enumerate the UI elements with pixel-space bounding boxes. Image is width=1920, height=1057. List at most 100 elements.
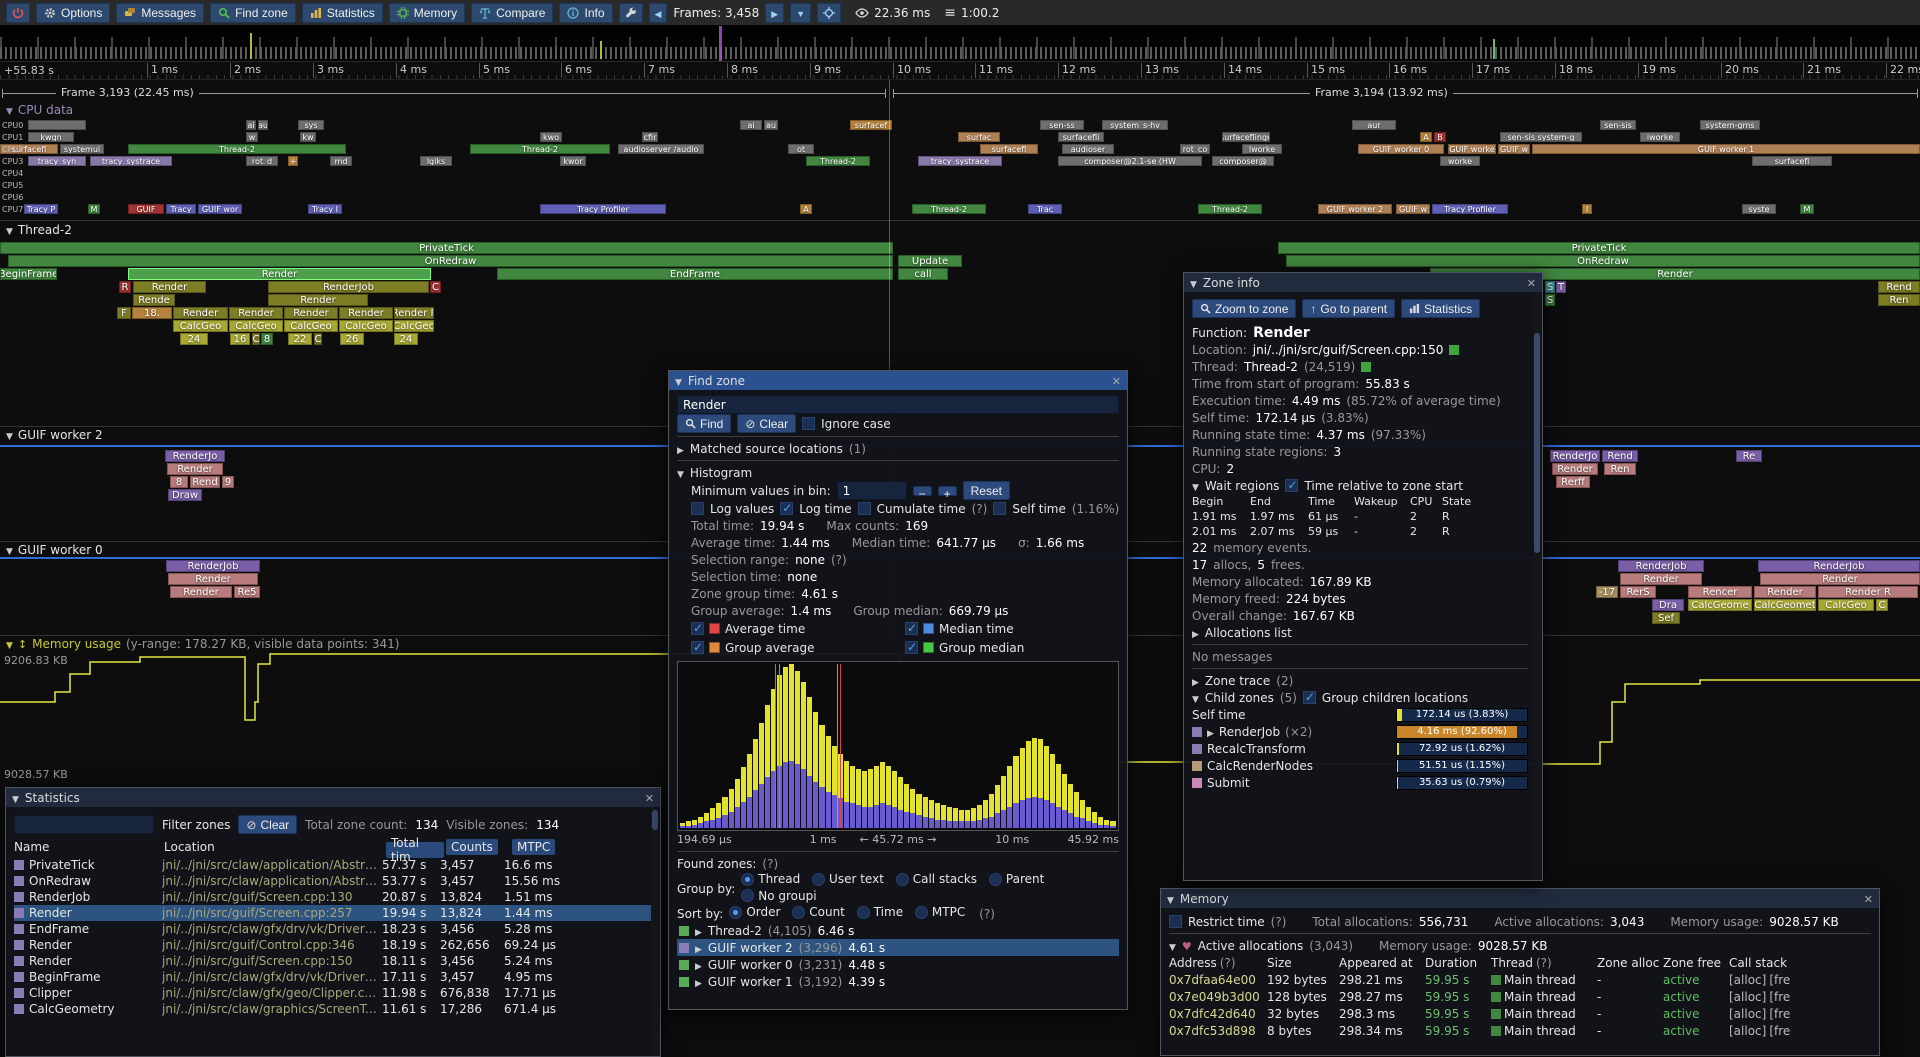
statistics-window-titlebar[interactable]: Statistics [6, 788, 660, 807]
relative-time-checkbox[interactable] [1285, 479, 1298, 492]
timeline-zone[interactable]: kwgn [28, 132, 74, 142]
collapse-icon[interactable] [1192, 691, 1199, 705]
timeline-zone[interactable]: surfacefl [980, 144, 1038, 154]
ignore-case-checkbox[interactable] [802, 417, 815, 430]
collapse-icon[interactable] [6, 637, 13, 651]
timeline-zone[interactable]: Rend [190, 476, 220, 488]
timeline-zone[interactable]: Render [284, 307, 338, 319]
timeline-zone[interactable]: PrivateTick [0, 242, 893, 254]
timeline-zone[interactable]: md [330, 156, 352, 166]
timeline-zone[interactable]: M [1800, 204, 1814, 214]
timeline-zone[interactable]: au [258, 120, 268, 130]
worker2-section-header[interactable]: GUIF worker 2 [6, 428, 103, 442]
found-zone-group[interactable]: Thread-2 (4,105) 6.46 s [677, 922, 1119, 939]
free-callstack-link[interactable]: [fre [1769, 990, 1790, 1004]
timeline-zone[interactable]: tracy_systrace [918, 156, 1002, 166]
timeline-zone[interactable]: R [119, 281, 131, 293]
memory-usage-section-header[interactable]: Memory usage(y-range: 178.27 KB, visible… [6, 637, 399, 651]
timeline-zone[interactable]: CalcGeo [339, 320, 393, 332]
tools-button[interactable] [619, 3, 643, 23]
column-header[interactable]: Zone alloc [1597, 956, 1663, 970]
found-zone-group[interactable]: GUIF worker 1 (3,192) 4.39 s [677, 973, 1119, 990]
alloc-callstack-link[interactable]: [alloc] [1729, 1024, 1766, 1038]
series-checkbox[interactable] [905, 622, 918, 635]
alloc-callstack-link[interactable]: [alloc] [1729, 990, 1766, 1004]
timeline-zone[interactable]: kw [300, 132, 316, 142]
timeline-zone[interactable]: rot_co [1180, 144, 1210, 154]
timeline-zone[interactable]: Render [173, 307, 228, 319]
scrollbar-thumb[interactable] [652, 810, 658, 830]
options-button[interactable]: Options [36, 3, 110, 23]
timeline-zone[interactable]: system-gms [1700, 120, 1760, 130]
timeline-zone[interactable]: RenderJob [268, 281, 429, 293]
timeline-zone[interactable]: A [800, 204, 812, 214]
column-header[interactable]: Name [14, 840, 162, 854]
timeline-zone[interactable]: GUIF wor [198, 204, 242, 214]
timeline-zone[interactable]: audioser [1062, 144, 1114, 154]
timeline-zone[interactable]: + [288, 156, 298, 166]
column-header[interactable]: Zone free [1663, 956, 1729, 970]
collapse-icon[interactable] [1192, 626, 1199, 640]
timeline-zone[interactable]: Tracy P [24, 204, 58, 214]
timeline-zone[interactable]: Rend [1878, 281, 1920, 293]
timeline-zone[interactable] [28, 120, 86, 130]
timeline-zone[interactable]: Dra [1652, 599, 1684, 611]
timeline-zone[interactable]: GUIF w [1396, 204, 1430, 214]
collapse-icon[interactable] [1169, 939, 1176, 953]
info-button[interactable]: Info [559, 3, 612, 23]
statistics-table-row[interactable]: Clipper jni/../jni/src/claw/gfx/geo/Clip… [14, 985, 652, 1001]
self-time-checkbox[interactable] [993, 502, 1006, 515]
memory-button[interactable]: Memory [389, 3, 465, 23]
column-header[interactable]: Counts [446, 839, 498, 855]
timeline-zone[interactable]: 8 [261, 333, 273, 345]
statistics-table-row[interactable]: RenderJob jni/../jni/src/guif/Screen.cpp… [14, 889, 652, 905]
filter-zones-input[interactable] [14, 815, 154, 834]
timeline-zone[interactable]: Render F [394, 307, 434, 319]
timeline-zone[interactable]: RerS [1620, 586, 1656, 598]
timeline-zone[interactable]: PrivateTick [1278, 242, 1920, 254]
found-zone-group[interactable]: GUIF worker 2 (3,296) 4.61 s [677, 939, 1119, 956]
timeline-zone[interactable]: audioserver /audio [618, 144, 704, 154]
collapse-icon[interactable] [695, 975, 702, 989]
timeline-zone[interactable]: CalcGeo [1818, 599, 1874, 611]
close-icon[interactable] [1527, 276, 1536, 290]
group-children-checkbox[interactable] [1303, 691, 1316, 704]
timeline-zone[interactable]: -17 [1596, 586, 1618, 598]
timeline-zone[interactable]: BeginFrame [0, 268, 57, 280]
timeline-zone[interactable]: T [1556, 281, 1566, 293]
focus-frame-button[interactable] [817, 3, 841, 23]
scrollbar[interactable] [651, 808, 659, 1055]
statistics-table-row[interactable]: OnRedraw jni/../jni/src/claw/application… [14, 873, 652, 889]
frame-markers-row[interactable]: Frame 3,193 (22.45 ms) Frame 3,194 (13.9… [0, 80, 1920, 102]
timeline-zone[interactable]: Render [1754, 586, 1816, 598]
timeline-zone[interactable]: sen-sis system-g [1500, 132, 1582, 142]
timeline-zone[interactable]: Rencer [1688, 586, 1752, 598]
timeline-zone[interactable]: surfaceflinge [1222, 132, 1270, 142]
timeline-zone[interactable]: Re [1736, 450, 1762, 462]
timeline-zone[interactable]: C [252, 333, 260, 345]
timeline-zone[interactable]: Render R [1818, 586, 1918, 598]
column-header[interactable]: Thread(?) [1491, 956, 1597, 970]
column-header[interactable]: Appeared at [1339, 956, 1425, 970]
timeline-zone[interactable]: M [88, 204, 100, 214]
free-callstack-link[interactable]: [fre [1769, 1007, 1790, 1021]
collapse-icon[interactable] [677, 466, 684, 480]
timeline-zone[interactable]: Render [133, 281, 206, 293]
timeline-zone[interactable]: Rerff [1556, 476, 1590, 488]
child-zone-row[interactable]: Submit 35.63 us (0.79%) [1192, 774, 1528, 791]
collapse-icon[interactable] [6, 103, 13, 117]
timeline-zone[interactable]: Ren [1604, 463, 1636, 475]
collapse-icon[interactable] [695, 924, 702, 938]
timeline-zone[interactable]: GUIF worker 1 [1532, 144, 1920, 154]
worker0-section-header[interactable]: GUIF worker 0 [6, 543, 103, 557]
decrement-button[interactable] [913, 486, 932, 496]
timeline-zone[interactable]: Render [1620, 573, 1702, 585]
timeline-zone[interactable]: CalcGeo [394, 320, 434, 332]
timeline-zone[interactable]: Update [898, 255, 962, 267]
timeline-zone[interactable]: GUIF worker 0 [1358, 144, 1444, 154]
radio-button[interactable] [857, 906, 870, 919]
timeline-zone[interactable]: F [117, 307, 131, 319]
timeline-zone[interactable]: Render [1760, 573, 1920, 585]
timeline-zone[interactable]: Rende [133, 294, 175, 306]
timeline-zone[interactable]: sen-ss [1040, 120, 1084, 130]
